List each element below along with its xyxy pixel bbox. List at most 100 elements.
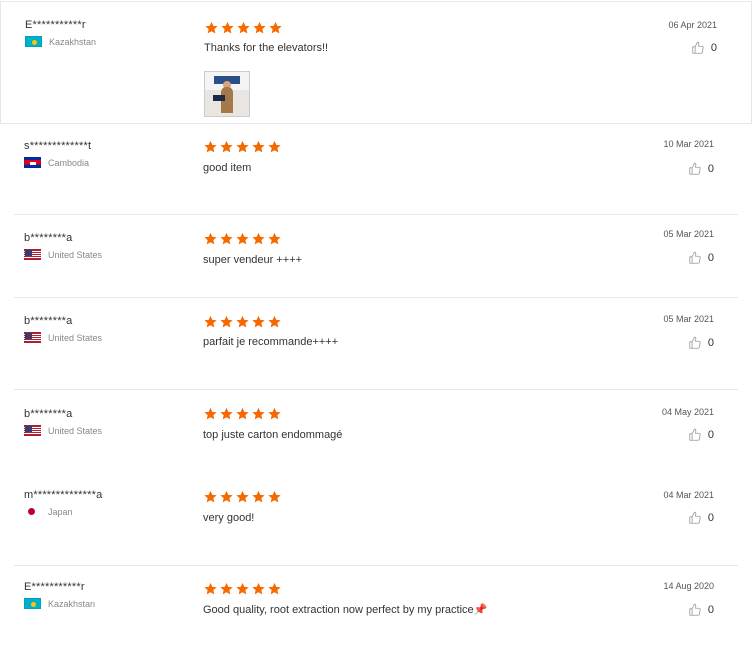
review-item: b********a United States parfait je reco… [14,298,738,389]
review-item: b********a United States top juste carto… [14,390,738,474]
like-button[interactable]: 0 [688,428,714,442]
review-date: 04 Mar 2021 [663,490,714,500]
reviewer-country: United States [24,332,102,343]
star-icon [236,315,249,328]
like-count: 0 [707,337,714,349]
like-count: 0 [707,512,714,524]
country-name: United States [48,249,103,260]
country-name: United States [48,425,103,436]
star-rating [203,140,282,154]
star-rating [203,232,282,246]
star-icon [253,21,266,34]
thumbs-up-icon [689,511,701,524]
review-date: 10 Mar 2021 [663,139,714,149]
star-icon [252,232,265,245]
united-states-flag-icon [24,425,41,436]
kazakhstan-flag-icon [24,598,41,609]
like-count: 0 [710,42,717,54]
star-icon [268,490,281,503]
thumbs-up-icon [689,162,701,175]
country-name: United States [48,332,103,343]
star-icon [204,490,217,503]
reviewer-info: b********a United States [24,408,102,436]
star-icon [220,232,233,245]
star-icon [252,490,265,503]
review-date: 05 Mar 2021 [663,314,714,324]
country-name: Kazakhstan [49,36,97,47]
like-count: 0 [707,604,714,616]
reviewer-name: b********a [24,232,73,244]
reviewer-info: E***********r Kazakhstan [24,581,95,609]
star-icon [252,582,265,595]
reviewer-country: Cambodia [24,157,91,168]
thumbs-up-icon [689,428,701,441]
star-icon [204,232,217,245]
review-item: s*************t Cambodia good item 10 Ma… [14,124,738,214]
review-photo-thumbnail[interactable] [204,71,250,117]
united-states-flag-icon [24,249,41,260]
reviewer-name: b********a [24,315,73,327]
star-icon [236,582,249,595]
star-icon [268,140,281,153]
reviewer-info: b********a United States [24,315,102,343]
like-button[interactable]: 0 [691,41,717,55]
star-icon [236,490,249,503]
like-button[interactable]: 0 [688,511,714,525]
review-text-content: Good quality, root extraction now perfec… [203,604,474,616]
star-icon [204,407,217,420]
star-icon [237,21,250,34]
reviewer-country: United States [24,249,102,260]
like-button[interactable]: 0 [688,336,714,350]
star-rating [203,490,282,504]
review-text: Thanks for the elevators!! [204,42,329,54]
cambodia-flag-icon [24,157,41,168]
star-icon [220,315,233,328]
reviewer-name: m**************a [24,489,103,501]
reviewer-name: b********a [24,408,73,420]
united-states-flag-icon [24,332,41,343]
review-date: 05 Mar 2021 [663,229,714,239]
star-icon [220,582,233,595]
star-icon [252,140,265,153]
review-item: b********a United States super vendeur +… [14,215,738,297]
star-rating [203,315,282,329]
like-count: 0 [707,429,714,441]
pushpin-icon: 📌 [473,604,488,616]
like-button[interactable]: 0 [688,251,714,265]
star-icon [221,21,234,34]
review-text: parfait je recommande++++ [203,336,339,348]
star-icon [252,407,265,420]
reviewer-name: s*************t [24,140,92,152]
star-icon [220,140,233,153]
reviewer-country: Kazakhstan [24,598,95,609]
star-icon [236,140,249,153]
star-rating [204,21,283,35]
kazakhstan-flag-icon [25,36,42,47]
star-icon [268,407,281,420]
like-count: 0 [707,163,714,175]
star-rating [203,582,282,596]
star-icon [268,582,281,595]
star-icon [204,315,217,328]
star-icon [236,232,249,245]
reviewer-name: E***********r [25,19,86,31]
reviewer-info: b********a United States [24,232,102,260]
star-icon [236,407,249,420]
country-name: Japan [48,506,73,517]
review-item: m**************a Japan very good! 04 Mar… [14,475,738,565]
thumbs-up-icon [689,603,701,616]
like-button[interactable]: 0 [688,162,714,176]
japan-flag-icon [24,506,41,517]
review-text: good item [203,162,252,174]
star-icon [269,21,282,34]
star-icon [204,140,217,153]
star-icon [268,315,281,328]
country-name: Kazakhstan [48,598,96,609]
reviewer-info: s*************t Cambodia [24,140,91,168]
like-count: 0 [707,252,714,264]
reviewer-info: m**************a Japan [24,489,102,517]
thumbs-up-icon [689,336,701,349]
star-icon [220,407,233,420]
like-button[interactable]: 0 [688,603,714,617]
review-date: 06 Apr 2021 [668,20,717,30]
